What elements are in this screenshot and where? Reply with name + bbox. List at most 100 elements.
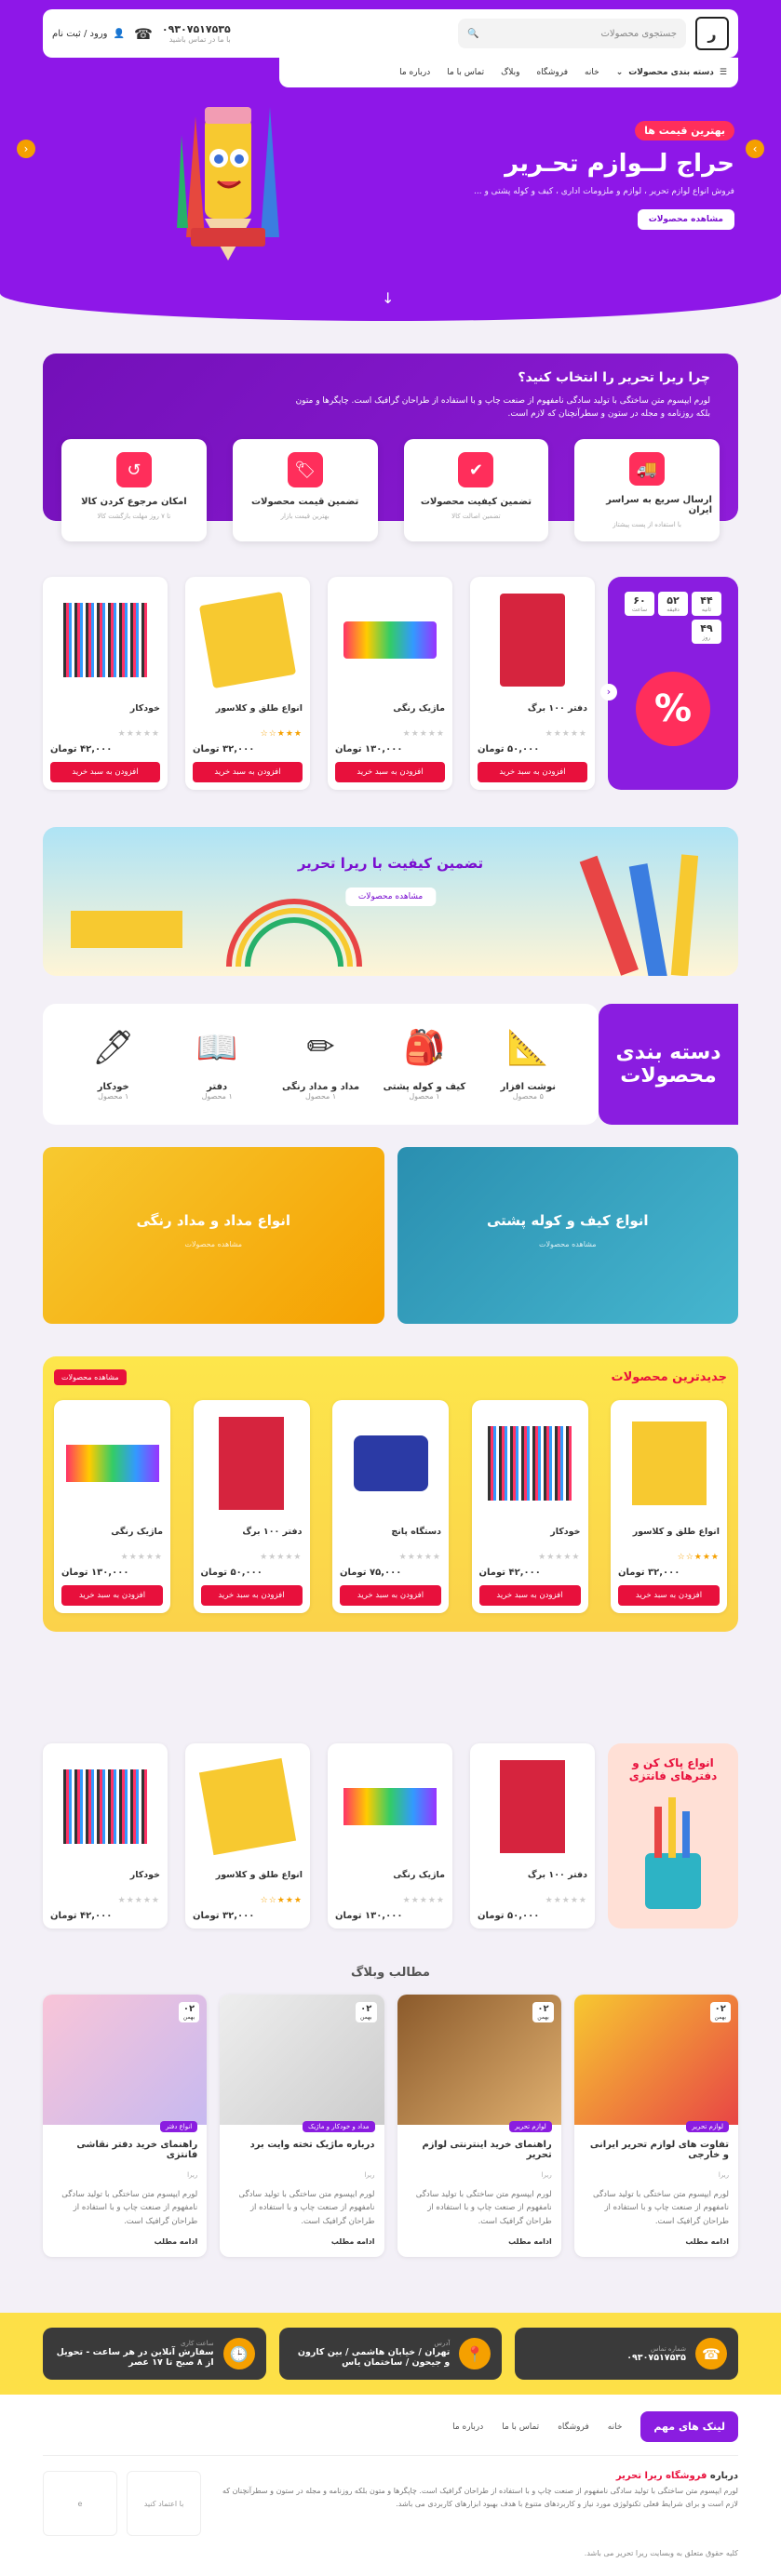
category-item[interactable]: 📖 دفتر ۱ محصول: [175, 1028, 259, 1101]
category-item[interactable]: 📐 نوشت افزار ۵ محصول: [486, 1028, 570, 1101]
product-card[interactable]: خودکار ★★★★★ ۴۲,۰۰۰ تومان افزودن به سبد …: [43, 577, 168, 790]
info-value[interactable]: ۰۹۳۰۷۵۱۷۵۳۵: [626, 2353, 686, 2363]
product-name[interactable]: دستگاه پانچ: [340, 1527, 441, 1553]
product-card[interactable]: دستگاه پانچ ★★★★★ ۷۵,۰۰۰ تومان افزودن به سب…: [332, 1400, 449, 1613]
add-to-cart-button[interactable]: افزودن به سبد خرید: [335, 762, 445, 782]
blog-card[interactable]: ۰۲ بهمن لوازم تحریر راهنمای خرید اینترنتی…: [397, 1995, 561, 2258]
add-to-cart-button[interactable]: افزودن به سبد خرید: [340, 1585, 441, 1606]
product-name[interactable]: دفتر ۱۰۰ برگ: [478, 703, 587, 729]
read-more-link[interactable]: ادامه مطلب: [407, 2237, 552, 2246]
product-name[interactable]: انواع طلق و کلاسور: [618, 1527, 720, 1553]
add-to-cart-button[interactable]: افزودن به سبد خرید: [618, 1585, 720, 1606]
footer-link-about[interactable]: درباره ما: [452, 2423, 483, 2432]
blog-post-title[interactable]: درباره ماژیک تخته وایت برد: [229, 2140, 375, 2166]
product-card[interactable]: دفتر ۱۰۰ برگ ★★★★★ ۵۰,۰۰۰ تومان افزودن به س…: [193, 1400, 310, 1613]
product-image[interactable]: [340, 1408, 441, 1519]
blog-tag[interactable]: لوازم تحریر: [686, 2121, 729, 2132]
product-name[interactable]: دفتر ۱۰۰ برگ: [201, 1527, 302, 1553]
footer-link-contact[interactable]: تماس با ما: [502, 2423, 539, 2432]
product-image[interactable]: [193, 584, 303, 696]
search-icon[interactable]: 🔍: [467, 29, 478, 39]
blog-image[interactable]: ۰۲ بهمن لوازم تحریر: [397, 1995, 561, 2132]
slider-arrow-icon[interactable]: ‹: [600, 684, 617, 701]
blog-card[interactable]: ۰۲ بهمن مداد و خودکار و ماژیک درباره ماژی…: [220, 1995, 384, 2258]
product-card[interactable]: ماژیک رنگی ★★★★★ ۱۳۰,۰۰۰ تومان افزودن به…: [328, 577, 452, 790]
product-name[interactable]: خودکار: [50, 703, 160, 729]
nav-item-about[interactable]: درباره ما: [399, 68, 430, 77]
product-name[interactable]: ماژیک رنگی: [335, 1870, 445, 1896]
blog-tag[interactable]: انواع دفتر: [159, 2121, 198, 2132]
product-name[interactable]: ماژیک رنگی: [335, 703, 445, 729]
add-to-cart-button[interactable]: افزودن به سبد خرید: [193, 762, 303, 782]
hero-button[interactable]: مشاهده محصولات: [637, 209, 734, 230]
footer-link-shop[interactable]: فروشگاه: [558, 2423, 589, 2432]
product-card[interactable]: خودکار ★★★★★ ۴۲,۰۰۰ تومان افزودن به سبد خری…: [471, 1400, 588, 1613]
logo[interactable]: ر: [695, 17, 729, 50]
product-image[interactable]: [61, 1408, 163, 1519]
add-to-cart-button[interactable]: افزودن به سبد خرید: [478, 762, 587, 782]
read-more-link[interactable]: ادامه مطلب: [229, 2237, 375, 2246]
pencils-banner[interactable]: انواع مداد و مداد رنگی مشاهده محصولات: [43, 1147, 384, 1324]
slider-prev-arrow[interactable]: ‹: [17, 140, 35, 158]
category-item[interactable]: ✏ مداد و مداد رنگی ۱ محصول: [279, 1028, 363, 1101]
product-name[interactable]: خودکار: [479, 1527, 580, 1553]
product-image[interactable]: [50, 1751, 160, 1862]
product-image[interactable]: [50, 584, 160, 696]
add-to-cart-button[interactable]: افزودن به سبد خرید: [61, 1585, 163, 1606]
nav-item-blog[interactable]: وبلاگ: [501, 68, 519, 77]
footer-link-home[interactable]: خانه: [608, 2423, 623, 2432]
add-to-cart-button[interactable]: افزودن به سبد خرید: [200, 1585, 303, 1606]
read-more-link[interactable]: ادامه مطلب: [52, 2237, 198, 2246]
blog-post-title[interactable]: راهنمای خرید اینترنتی لوازم تحریر: [407, 2140, 551, 2166]
product-image[interactable]: [335, 584, 445, 696]
fancy-side-banner[interactable]: انواع پاک کن و دفترهای فانتزی: [608, 1743, 738, 1929]
nav-item-contact[interactable]: تماس با ما: [447, 68, 484, 77]
banner-sub[interactable]: مشاهده محصولات: [43, 1240, 384, 1248]
blog-image[interactable]: ۰۲ بهمن مداد و خودکار و ماژیک: [220, 1995, 384, 2132]
blog-tag[interactable]: مداد و خودکار و ماژیک: [302, 2121, 375, 2132]
scroll-down-icon[interactable]: ↓: [382, 289, 394, 307]
product-image[interactable]: [201, 1408, 303, 1519]
product-card[interactable]: دفتر ۱۰۰ برگ ★★★★★ ۵۰,۰۰۰ تومان افزودن ب…: [470, 577, 595, 790]
product-image[interactable]: [618, 1408, 720, 1519]
product-card[interactable]: دفتر ۱۰۰ برگ ★★★★★ ۵۰,۰۰۰ تومان: [470, 1743, 595, 1929]
add-to-cart-button[interactable]: افزودن به سبد خرید: [478, 1585, 581, 1606]
login-button[interactable]: 👤 ورود / ثبت نام: [52, 29, 125, 39]
enamad-seal-image[interactable]: e: [43, 2471, 117, 2537]
product-card[interactable]: انواع طلق و کلاسور ★★★☆☆ ۳۲,۰۰۰ تومان اف…: [185, 577, 310, 790]
backpack-banner[interactable]: انواع کیف و کوله پشتی مشاهده محصولات: [397, 1147, 739, 1324]
search-input[interactable]: جستجوی محصولات 🔍: [458, 19, 686, 48]
nav-item-shop[interactable]: فروشگاه: [536, 68, 568, 77]
product-name[interactable]: دفتر ۱۰۰ برگ: [478, 1870, 587, 1896]
product-card[interactable]: انواع طلق و کلاسور ★★★☆☆ ۳۲,۰۰۰ تومان: [185, 1743, 310, 1929]
blog-card[interactable]: ۰۲ بهمن انواع دفتر راهنمای خرید دفتر نقاش…: [43, 1995, 208, 2258]
product-name[interactable]: ماژیک رنگی: [61, 1527, 163, 1553]
product-card[interactable]: انواع طلق و کلاسور ★★★☆☆ ۳۲,۰۰۰ تومان افزود…: [611, 1400, 727, 1613]
category-item[interactable]: 🖊 خودکار ۱ محصول: [72, 1028, 155, 1101]
blog-card[interactable]: ۰۲ بهمن لوازم تحریر تفاوت های لوازم تحریر…: [573, 1995, 738, 2258]
product-card[interactable]: خودکار ★★★★★ ۴۲,۰۰۰ تومان: [43, 1743, 168, 1929]
blog-image[interactable]: ۰۲ بهمن انواع دفتر: [43, 1995, 208, 2132]
product-image[interactable]: [479, 1408, 581, 1519]
banner-sub[interactable]: مشاهده محصولات: [397, 1240, 739, 1248]
slider-next-arrow[interactable]: ›: [746, 140, 764, 158]
product-image[interactable]: [193, 1751, 303, 1862]
blog-post-title[interactable]: راهنمای خرید دفتر نقاشی فانتزی: [52, 2140, 197, 2166]
trust-seal-image[interactable]: با اعتماد کنید: [127, 2471, 201, 2537]
blog-post-title[interactable]: تفاوت های لوازم تحریر ایرانی و خارجی: [584, 2140, 729, 2166]
nav-item-home[interactable]: خانه: [585, 68, 599, 77]
read-more-link[interactable]: ادامه مطلب: [584, 2237, 729, 2246]
product-image[interactable]: [478, 584, 587, 696]
blog-image[interactable]: ۰۲ بهمن لوازم تحریر: [573, 1995, 738, 2132]
category-item[interactable]: 🎒 کیف و کوله پشتی ۱ محصول: [383, 1028, 466, 1101]
add-to-cart-button[interactable]: افزودن به سبد خرید: [50, 762, 160, 782]
view-all-button[interactable]: مشاهده محصولات: [54, 1369, 127, 1385]
product-card[interactable]: ماژیک رنگی ★★★★★ ۱۳۰,۰۰۰ تومان افزودن به سب…: [54, 1400, 170, 1613]
product-image[interactable]: [478, 1751, 587, 1862]
product-name[interactable]: انواع طلق و کلاسور: [193, 703, 303, 729]
product-name[interactable]: خودکار: [50, 1870, 160, 1896]
blog-tag[interactable]: لوازم تحریر: [508, 2121, 552, 2132]
category-menu[interactable]: ☰ دسته بندی محصولات ⌄: [616, 68, 727, 77]
product-name[interactable]: انواع طلق و کلاسور: [193, 1870, 303, 1896]
product-card[interactable]: ماژیک رنگی ★★★★★ ۱۳۰,۰۰۰ تومان: [328, 1743, 452, 1929]
